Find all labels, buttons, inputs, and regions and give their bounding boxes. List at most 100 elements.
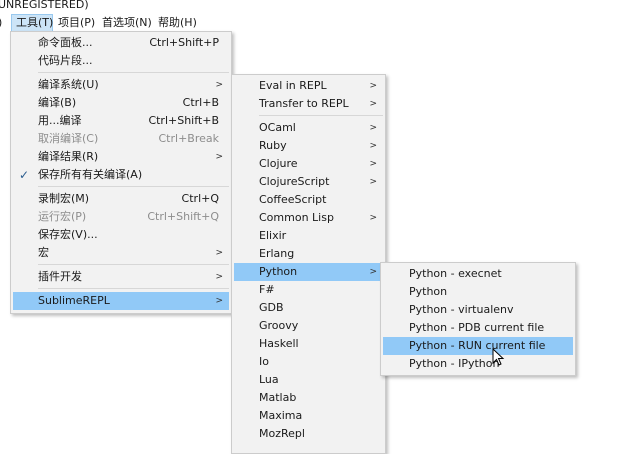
- submenu-arrow-icon: >: [215, 296, 223, 306]
- item-label: F#: [259, 283, 275, 296]
- item-label: 宏: [38, 246, 49, 259]
- item-shortcut: Ctrl+B: [182, 96, 219, 109]
- menu-item-build-system[interactable]: 编译系统(U) >: [13, 76, 229, 94]
- item-shortcut: Ctrl+Break: [158, 132, 220, 145]
- menu-item-fsharp[interactable]: F#: [234, 281, 383, 299]
- mouse-pointer-icon: [492, 348, 505, 366]
- submenu-arrow-icon: >: [369, 267, 377, 277]
- item-label: GDB: [259, 301, 284, 314]
- submenu-arrow-icon: >: [215, 152, 223, 162]
- item-label: Python: [409, 285, 448, 298]
- menu-item-python-default[interactable]: Python: [383, 283, 573, 301]
- menu-item-build[interactable]: 编译(B) Ctrl+B: [13, 94, 229, 112]
- item-shortcut: Ctrl+Shift+P: [149, 36, 219, 49]
- item-label: 插件开发: [38, 270, 82, 283]
- item-label: 运行宏(P): [38, 210, 87, 223]
- menu-item-command-palette[interactable]: 命令面板... Ctrl+Shift+P: [13, 34, 229, 52]
- item-label: OCaml: [259, 121, 296, 134]
- menu-item-io[interactable]: Io: [234, 353, 383, 371]
- menu-item-python-execnet[interactable]: Python - execnet: [383, 265, 573, 283]
- item-label: Matlab: [259, 391, 297, 404]
- menu-item-ocaml[interactable]: OCaml >: [234, 119, 383, 137]
- item-label: SublimeREPL: [38, 294, 110, 307]
- menu-item-build-with[interactable]: 用...编译 Ctrl+Shift+B: [13, 112, 229, 130]
- menu-item-ruby[interactable]: Ruby >: [234, 137, 383, 155]
- window-title: UNREGISTERED): [0, 0, 89, 11]
- item-label: Python - virtualenv: [409, 303, 514, 316]
- menu-item-snippets[interactable]: 代码片段...: [13, 52, 229, 70]
- item-label: 编译系统(U): [38, 78, 99, 91]
- submenu-arrow-icon: >: [215, 80, 223, 90]
- menu-item-developer[interactable]: 插件开发 >: [13, 268, 229, 286]
- menu-item-common-lisp[interactable]: Common Lisp >: [234, 209, 383, 227]
- item-label: 编译结果(R): [38, 150, 99, 163]
- submenu-arrow-icon: >: [369, 123, 377, 133]
- item-label: CoffeeScript: [259, 193, 327, 206]
- item-shortcut: Ctrl+Q: [181, 192, 219, 205]
- menu-project[interactable]: 项目(P): [54, 14, 99, 32]
- item-label: Elixir: [259, 229, 287, 242]
- item-label: Eval in REPL: [259, 79, 327, 92]
- python-menu: Python - execnet Python Python - virtual…: [380, 262, 576, 376]
- menu-item-maxima[interactable]: Maxima: [234, 407, 383, 425]
- menu-item-python-ipython[interactable]: Python - IPython: [383, 355, 573, 373]
- item-label: 编译(B): [38, 96, 77, 109]
- item-label: Lua: [259, 373, 279, 386]
- menu-separator: [38, 72, 229, 73]
- menu-tools[interactable]: 工具(T): [11, 14, 53, 32]
- menu-item-clojure[interactable]: Clojure >: [234, 155, 383, 173]
- item-shortcut: Ctrl+Shift+Q: [147, 210, 219, 223]
- menu-item-gdb[interactable]: GDB: [234, 299, 383, 317]
- menu-item-erlang[interactable]: Erlang: [234, 245, 383, 263]
- menu-item-save-all-on-build[interactable]: ✓ 保存所有有关编译(A): [13, 166, 229, 184]
- checkmark-icon: ✓: [19, 168, 30, 182]
- menu-bar: ) 工具(T) 项目(P) 首选项(N) 帮助(H): [0, 14, 620, 32]
- item-label: Ruby: [259, 139, 287, 152]
- menu-item-groovy[interactable]: Groovy: [234, 317, 383, 335]
- submenu-arrow-icon: >: [369, 81, 377, 91]
- item-label: Python - RUN current file: [409, 339, 546, 352]
- menu-item-haskell[interactable]: Haskell: [234, 335, 383, 353]
- menu-item-record-macro[interactable]: 录制宏(M) Ctrl+Q: [13, 190, 229, 208]
- item-label: Python - execnet: [409, 267, 502, 280]
- menu-item-python-pdb[interactable]: Python - PDB current file: [383, 319, 573, 337]
- submenu-arrow-icon: >: [369, 177, 377, 187]
- submenu-arrow-icon: >: [369, 141, 377, 151]
- menu-item-python[interactable]: Python >: [234, 263, 383, 281]
- submenu-arrow-icon: >: [369, 159, 377, 169]
- item-label: Python - PDB current file: [409, 321, 545, 334]
- item-shortcut: Ctrl+Shift+B: [148, 114, 219, 127]
- menu-item-lua[interactable]: Lua: [234, 371, 383, 389]
- item-label: Python - IPython: [409, 357, 500, 370]
- menu-item-python-virtualenv[interactable]: Python - virtualenv: [383, 301, 573, 319]
- menu-item-matlab[interactable]: Matlab: [234, 389, 383, 407]
- menu-item-clojurescript[interactable]: ClojureScript >: [234, 173, 383, 191]
- submenu-arrow-icon: >: [369, 99, 377, 109]
- menu-separator: [38, 264, 229, 265]
- menubar-edge-text: ): [0, 14, 2, 32]
- item-label: Common Lisp: [259, 211, 334, 224]
- item-label: Maxima: [259, 409, 303, 422]
- item-label: 录制宏(M): [38, 192, 90, 205]
- submenu-arrow-icon: >: [369, 213, 377, 223]
- menu-item-transfer-to-repl[interactable]: Transfer to REPL >: [234, 95, 383, 113]
- menu-item-macros[interactable]: 宏 >: [13, 244, 229, 262]
- menu-item-elixir[interactable]: Elixir: [234, 227, 383, 245]
- sublimerepl-menu: Eval in REPL > Transfer to REPL > OCaml …: [231, 74, 386, 454]
- menu-item-sublimerepl[interactable]: SublimeREPL >: [13, 292, 229, 310]
- menu-item-eval-in-repl[interactable]: Eval in REPL >: [234, 77, 383, 95]
- menu-item-python-run-current-file[interactable]: Python - RUN current file: [383, 337, 573, 355]
- item-label: Python: [259, 265, 298, 278]
- item-label: ClojureScript: [259, 175, 330, 188]
- menu-item-build-results[interactable]: 编译结果(R) >: [13, 148, 229, 166]
- menu-help[interactable]: 帮助(H): [154, 14, 201, 32]
- menu-item-mozrepl[interactable]: MozRepl: [234, 425, 383, 443]
- item-label: Haskell: [259, 337, 299, 350]
- item-label: 取消编译(C): [38, 132, 99, 145]
- item-label: Erlang: [259, 247, 295, 260]
- menu-separator: [38, 186, 229, 187]
- menu-item-save-macro[interactable]: 保存宏(V)...: [13, 226, 229, 244]
- item-label: Clojure: [259, 157, 298, 170]
- menu-item-coffeescript[interactable]: CoffeeScript: [234, 191, 383, 209]
- menu-preferences[interactable]: 首选项(N): [98, 14, 156, 32]
